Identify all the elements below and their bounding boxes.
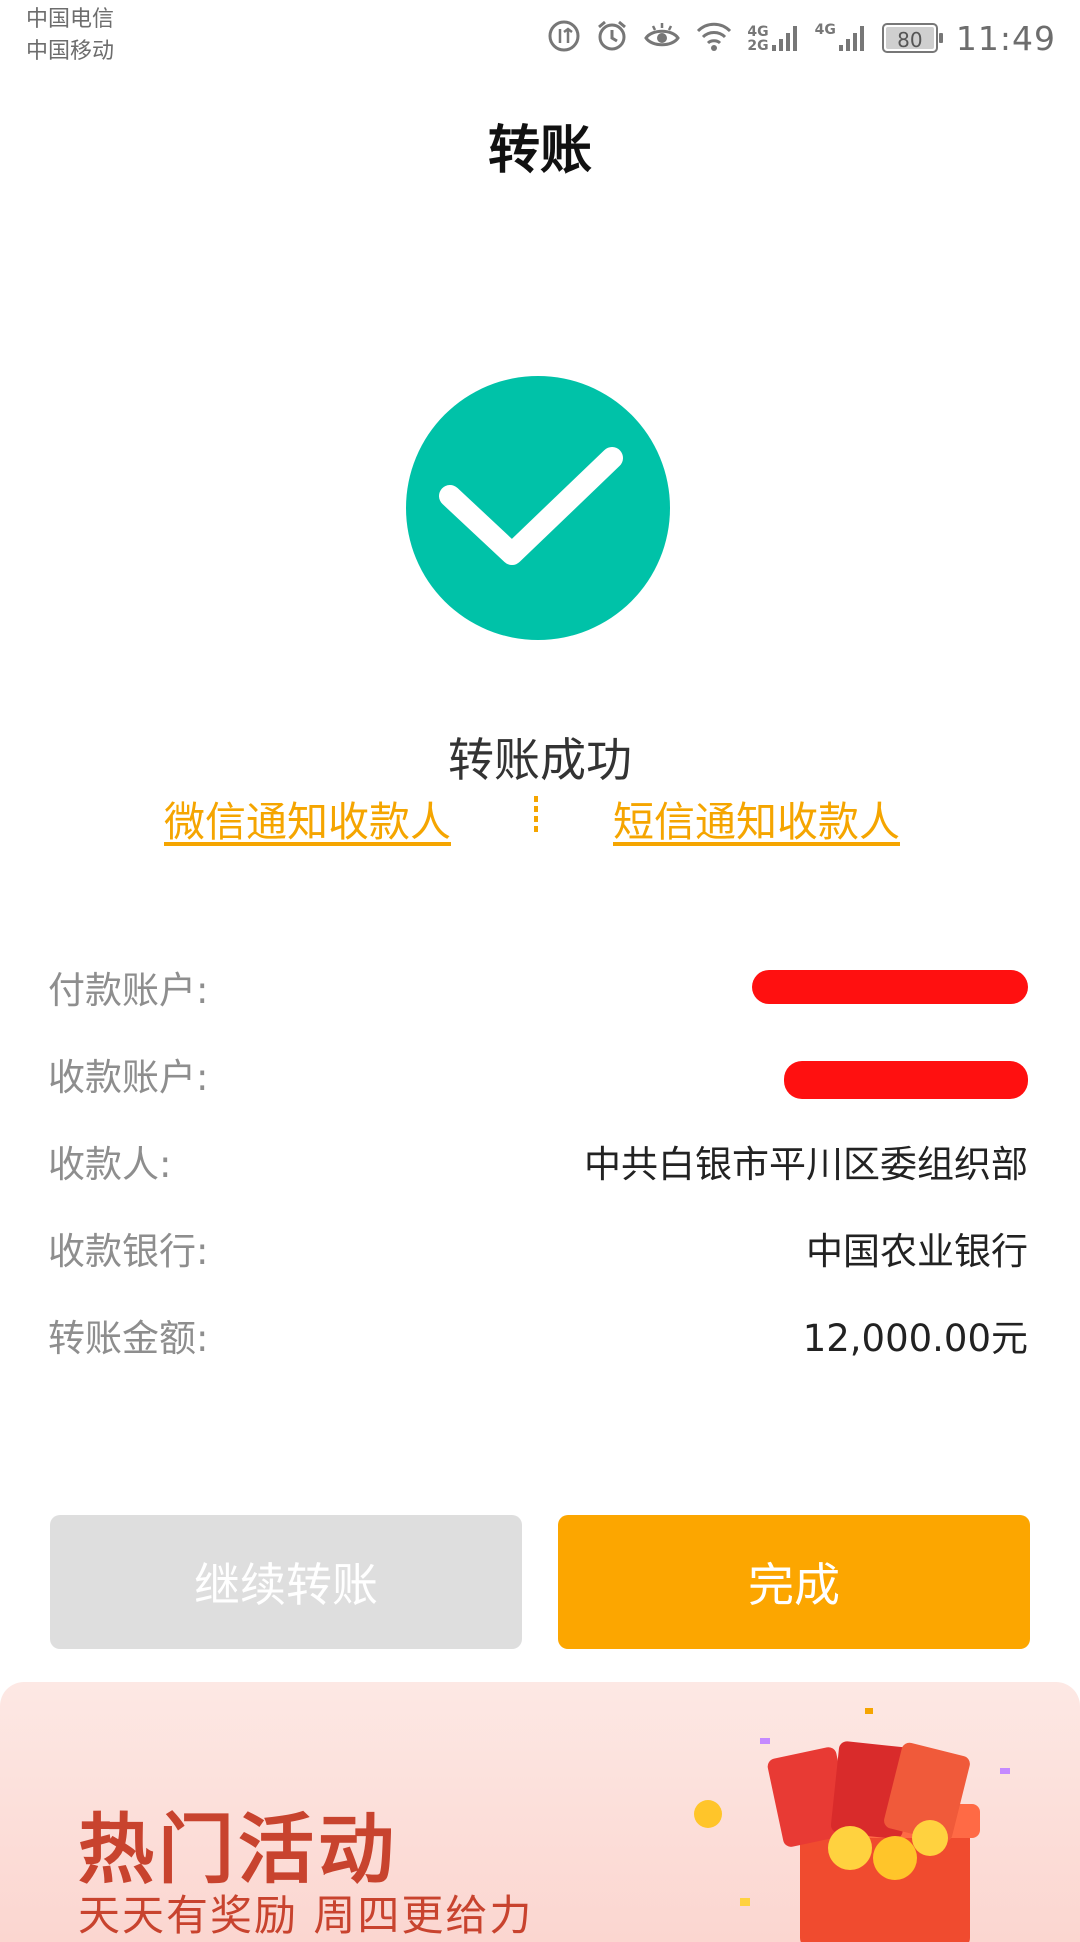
gift-box-icon bbox=[694, 1708, 1010, 1942]
battery-level: 80 bbox=[885, 27, 934, 52]
status-message: 转账成功 bbox=[448, 733, 632, 787]
detail-label: 收款银行: bbox=[48, 1230, 209, 1273]
signal-icon: 4G 2G bbox=[747, 23, 800, 53]
check-icon bbox=[439, 447, 623, 565]
alarm-icon bbox=[595, 19, 629, 57]
carrier-label-1: 中国电信 bbox=[26, 7, 115, 32]
signal-icon: 4G bbox=[815, 23, 868, 53]
detail-value: 12,000.00元 bbox=[802, 1317, 1028, 1360]
detail-row-payer-account: 付款账户: bbox=[48, 960, 1028, 1047]
divider bbox=[534, 796, 538, 832]
detail-label: 收款人: bbox=[48, 1143, 172, 1186]
network-type-label: 4G bbox=[814, 22, 836, 38]
network-type-label: 4G bbox=[747, 24, 769, 40]
detail-row-bank: 收款银行: 中国农业银行 bbox=[48, 1221, 1028, 1308]
detail-label: 付款账户: bbox=[48, 969, 209, 1012]
detail-label: 转账金额: bbox=[48, 1317, 209, 1360]
detail-value: 中国农业银行 bbox=[806, 1230, 1028, 1273]
detail-value: 中共白银市平川区委组织部 bbox=[584, 1143, 1028, 1186]
redacted-value bbox=[784, 1061, 1028, 1099]
wifi-icon bbox=[695, 20, 733, 56]
detail-row-payee: 收款人: 中共白银市平川区委组织部 bbox=[48, 1134, 1028, 1221]
carrier-label-2: 中国移动 bbox=[26, 39, 115, 64]
wechat-notify-link[interactable]: 微信通知收款人 bbox=[164, 788, 451, 848]
done-button[interactable]: 完成 bbox=[558, 1515, 1030, 1649]
detail-row-payee-account: 收款账户: bbox=[48, 1047, 1028, 1134]
sms-notify-link[interactable]: 短信通知收款人 bbox=[613, 788, 900, 848]
data-saver-icon bbox=[547, 19, 581, 57]
promo-subtitle: 天天有奖励 周四更给力 bbox=[78, 1891, 534, 1940]
eye-comfort-icon bbox=[643, 21, 681, 55]
transfer-details: 付款账户: 收款账户: 收款人: 中共白银市平川区委组织部 收款银行: 中国农业… bbox=[48, 960, 1028, 1395]
status-time: 11:49 bbox=[955, 18, 1056, 58]
success-badge bbox=[406, 376, 670, 640]
detail-row-amount: 转账金额: 12,000.00元 bbox=[48, 1308, 1028, 1395]
promo-banner[interactable]: 热门活动 天天有奖励 周四更给力 bbox=[0, 1682, 1080, 1942]
status-bar: 中国电信 中国移动 4G 2G 4G 80 11:49 bbox=[0, 0, 1080, 76]
continue-transfer-button[interactable]: 继续转账 bbox=[50, 1515, 522, 1649]
page-title: 转账 bbox=[487, 121, 592, 181]
notify-row: 微信通知收款人 短信通知收款人 bbox=[0, 788, 1080, 848]
battery-icon: 80 bbox=[881, 23, 943, 53]
detail-label: 收款账户: bbox=[48, 1056, 209, 1099]
redacted-value bbox=[752, 970, 1028, 1004]
network-type-label: 2G bbox=[747, 38, 769, 54]
